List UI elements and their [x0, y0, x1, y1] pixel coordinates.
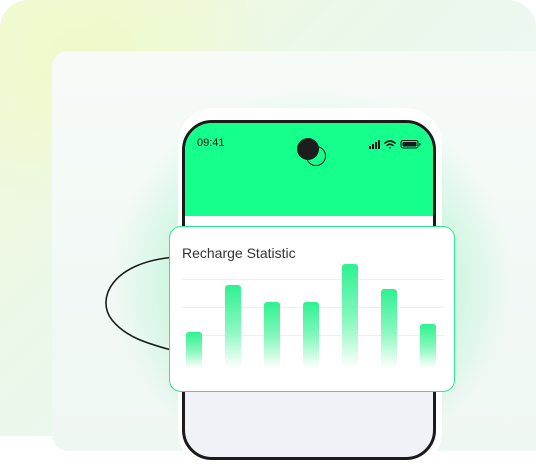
status-time: 09:41	[197, 137, 225, 149]
recharge-statistic-card: Recharge Statistic	[169, 226, 455, 392]
status-bar: 09:41	[185, 123, 433, 216]
chart-bar	[303, 302, 319, 368]
chart-bar	[342, 264, 358, 368]
signal-icon	[369, 140, 380, 149]
chart-bar	[225, 285, 241, 368]
chart-bar	[420, 324, 436, 368]
battery-icon	[400, 140, 421, 149]
chart-bar	[381, 289, 397, 368]
chart-gridline	[182, 279, 444, 280]
chart-bar	[264, 302, 280, 368]
camera-ring-icon	[306, 146, 326, 166]
system-icons	[369, 140, 421, 149]
card-title: Recharge Statistic	[182, 245, 296, 261]
wifi-icon	[384, 140, 396, 149]
chart-bar	[186, 332, 202, 368]
